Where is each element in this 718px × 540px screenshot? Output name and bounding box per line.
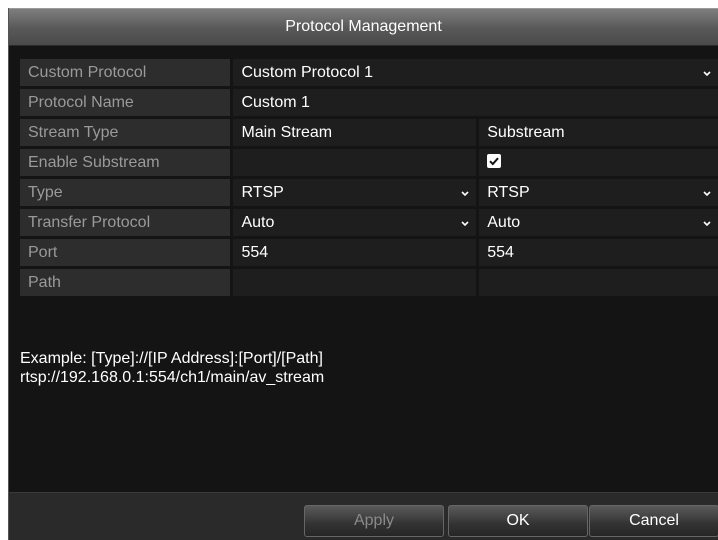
row-enable-substream: Enable Substream (20, 149, 718, 176)
example-format: Example: [Type]://[IP Address]:[Port]/[P… (20, 350, 323, 367)
port-label: Port (20, 239, 231, 266)
main-type-value: RTSP (241, 183, 284, 201)
sub-transfer-protocol-select[interactable]: Auto (479, 209, 718, 236)
substream-enable-cell (479, 149, 718, 176)
main-transfer-protocol-select[interactable]: Auto (233, 209, 477, 236)
custom-protocol-select[interactable]: Custom Protocol 1 (233, 59, 718, 86)
protocol-management-dialog: Protocol Management Custom Protocol Cust… (8, 8, 718, 540)
row-stream-type: Stream Type Main Stream Substream (20, 119, 718, 146)
row-path: Path (20, 269, 718, 296)
sub-type-select[interactable]: RTSP (479, 179, 718, 206)
path-label: Path (20, 269, 231, 296)
row-transfer-protocol: Transfer Protocol Auto Auto (20, 209, 718, 236)
main-port-input[interactable]: 554 (233, 239, 477, 266)
stream-type-label: Stream Type (20, 119, 231, 146)
checkmark-icon (489, 157, 499, 166)
dialog-footer: Apply OK Cancel (9, 492, 718, 540)
custom-protocol-label: Custom Protocol (20, 59, 231, 86)
row-type: Type RTSP RTSP (20, 179, 718, 206)
enable-substream-label: Enable Substream (20, 149, 231, 176)
sub-port-input[interactable]: 554 (479, 239, 718, 266)
main-path-input[interactable] (233, 269, 477, 296)
row-custom-protocol: Custom Protocol Custom Protocol 1 (20, 59, 718, 86)
enable-substream-checkbox[interactable] (487, 154, 502, 169)
chevron-down-icon (460, 218, 470, 228)
chevron-down-icon (460, 188, 470, 198)
chevron-down-icon (702, 188, 712, 198)
main-stream-header: Main Stream (233, 119, 477, 146)
protocol-name-label: Protocol Name (20, 89, 231, 116)
protocol-name-input[interactable]: Custom 1 (233, 89, 718, 116)
sub-path-input[interactable] (479, 269, 718, 296)
example-url: rtsp://192.168.0.1:554/ch1/main/av_strea… (20, 369, 325, 386)
type-label: Type (20, 179, 231, 206)
dialog-title: Protocol Management (9, 8, 718, 46)
chevron-down-icon (702, 218, 712, 228)
sub-type-value: RTSP (487, 183, 530, 201)
apply-button[interactable]: Apply (304, 505, 444, 537)
ok-button[interactable]: OK (448, 505, 588, 537)
transfer-protocol-label: Transfer Protocol (20, 209, 231, 236)
row-protocol-name: Protocol Name Custom 1 (20, 89, 718, 116)
sub-transfer-protocol-value: Auto (487, 213, 521, 231)
substream-header: Substream (479, 119, 718, 146)
example-text: Example: [Type]://[IP Address]:[Port]/[P… (20, 349, 324, 387)
main-transfer-protocol-value: Auto (241, 213, 275, 231)
custom-protocol-value: Custom Protocol 1 (241, 63, 374, 81)
protocol-settings-table: Custom Protocol Custom Protocol 1 Protoc… (17, 56, 718, 299)
cancel-button[interactable]: Cancel (589, 505, 718, 537)
main-stream-enable-cell (233, 149, 477, 176)
chevron-down-icon (702, 68, 712, 78)
main-type-select[interactable]: RTSP (233, 179, 477, 206)
row-port: Port 554 554 (20, 239, 718, 266)
